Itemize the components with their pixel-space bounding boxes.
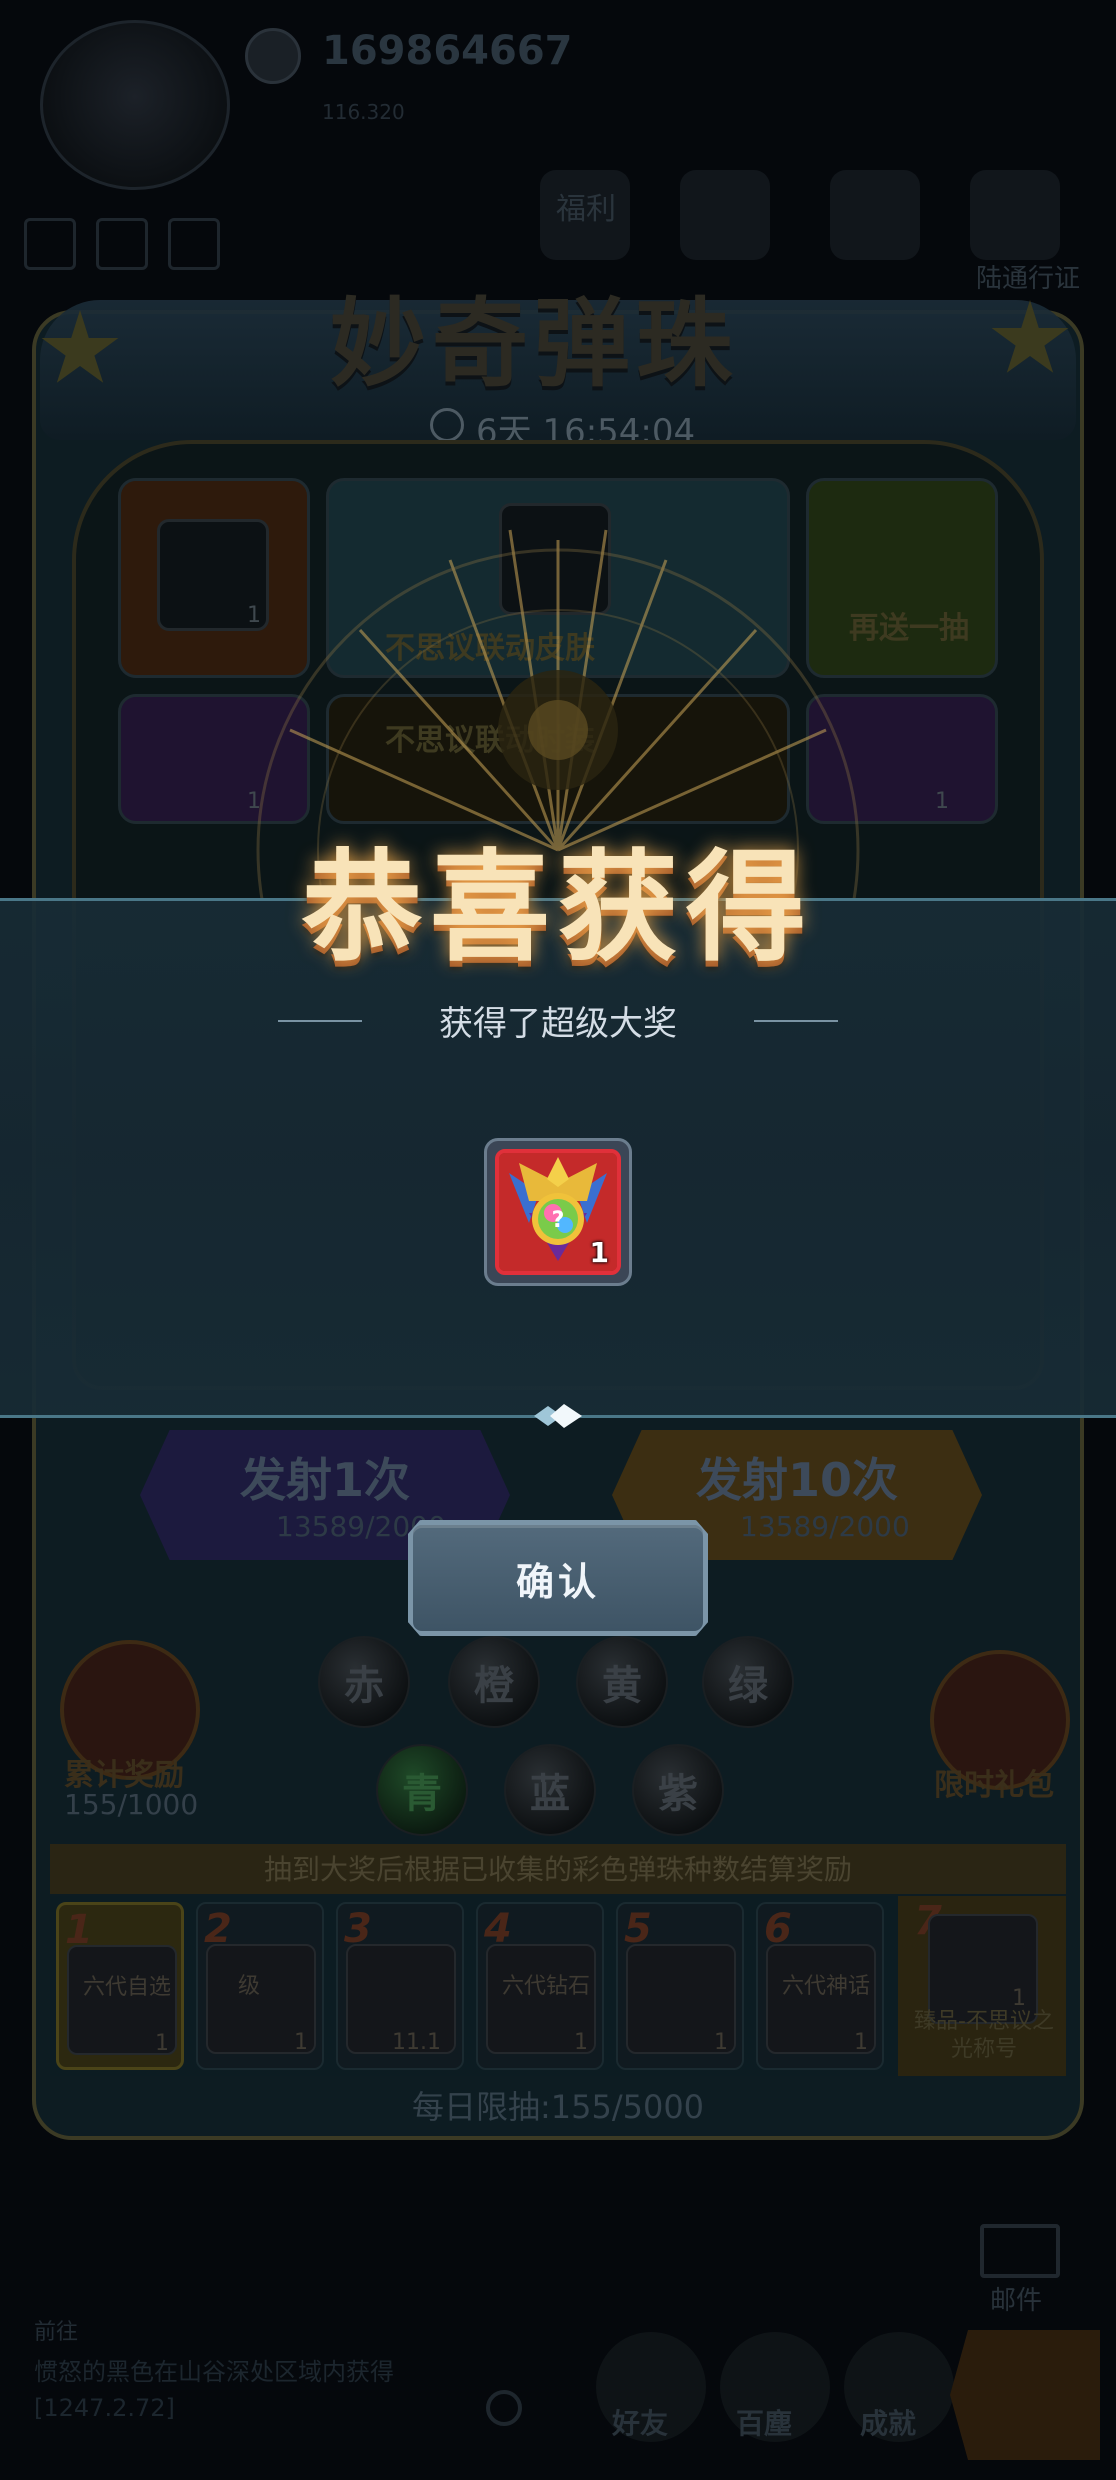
congrats-title: 恭喜获得 (302, 837, 814, 978)
prize-quantity: 1 (589, 1236, 609, 1269)
subtitle-divider-right (754, 1020, 838, 1022)
confirm-label: 确认 (515, 1559, 600, 1604)
svg-text:?: ? (552, 1208, 565, 1233)
prize-item: ? 1 (495, 1149, 621, 1275)
diamond-ornament-icon (534, 1404, 582, 1428)
prize-item-slot[interactable]: ? 1 (484, 1138, 632, 1286)
confirm-button[interactable]: 确认 (408, 1520, 708, 1636)
modal-subtitle: 获得了超级大奖 (439, 1004, 677, 1044)
